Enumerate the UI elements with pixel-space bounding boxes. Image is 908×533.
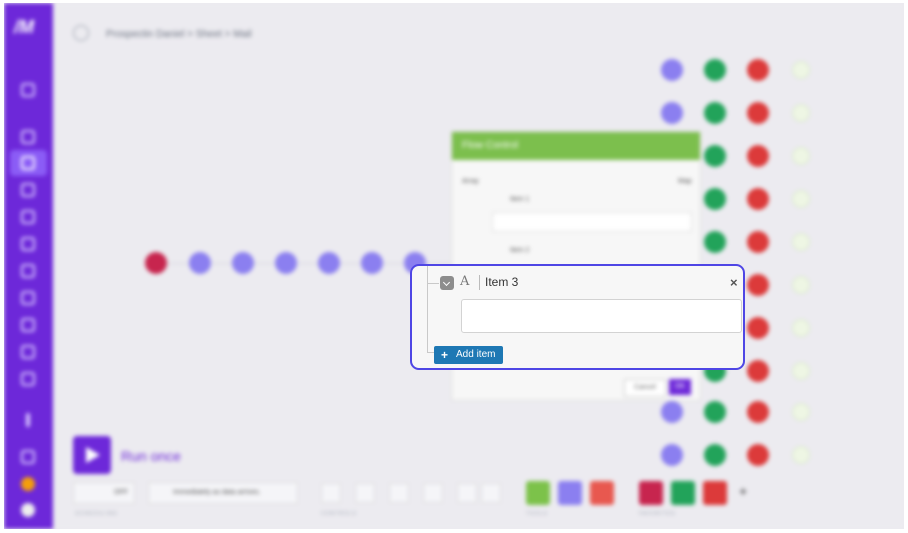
sheets-node[interactable]: [704, 102, 726, 124]
item-3-label: Item 3: [485, 275, 519, 289]
sheets-node[interactable]: [704, 231, 726, 253]
tools-json-icon[interactable]: [590, 481, 614, 505]
datastructures-icon[interactable]: [21, 345, 35, 359]
devices-icon[interactable]: [21, 291, 35, 305]
end-node[interactable]: [792, 446, 810, 464]
docs-icon[interactable]: [21, 372, 35, 386]
more-icon[interactable]: [26, 413, 30, 427]
connections-icon[interactable]: [21, 210, 35, 224]
tree-branch: [427, 283, 439, 284]
plus-icon: +: [441, 348, 449, 362]
favorite-app-icon[interactable]: [639, 481, 663, 505]
tree-line: [427, 266, 428, 352]
router-node[interactable]: [661, 59, 683, 81]
favorites-caption: FAVORITES: [639, 511, 676, 517]
save-icon[interactable]: [321, 483, 341, 503]
breadcrumb: Prospectin Daniel > Sheet > Mail: [106, 29, 252, 40]
array-label: Array: [462, 178, 479, 185]
gmail-node[interactable]: [747, 231, 769, 253]
item-1-input[interactable]: [492, 212, 692, 232]
gmail-node[interactable]: [747, 317, 769, 339]
sheets-node[interactable]: [704, 444, 726, 466]
keys-icon[interactable]: [21, 264, 35, 278]
end-node[interactable]: [792, 403, 810, 421]
scheduling-caption: SCHEDULING: [75, 511, 118, 517]
trigger-node[interactable]: [145, 252, 167, 274]
separator: [479, 275, 480, 290]
app-logo[interactable]: /M: [14, 17, 44, 37]
controls-caption: CONTROLS: [321, 511, 357, 517]
gmail-node[interactable]: [747, 145, 769, 167]
router-node[interactable]: [361, 252, 383, 274]
tools-router-icon[interactable]: [558, 481, 582, 505]
back-icon[interactable]: [73, 25, 89, 41]
gmail-node[interactable]: [747, 444, 769, 466]
team-icon[interactable]: [21, 130, 35, 144]
datastores-icon[interactable]: [21, 318, 35, 332]
notifications-icon[interactable]: [21, 450, 35, 464]
gmail-node[interactable]: [747, 360, 769, 382]
end-node[interactable]: [792, 233, 810, 251]
sheets-node[interactable]: [704, 188, 726, 210]
play-icon: [86, 447, 100, 463]
dialog-header: Flow Control: [452, 132, 700, 160]
router-node[interactable]: [189, 252, 211, 274]
gmail-node[interactable]: [747, 102, 769, 124]
tools-flow-icon[interactable]: [526, 481, 550, 505]
router-node[interactable]: [318, 252, 340, 274]
user-avatar[interactable]: [21, 477, 35, 491]
schedule-toggle-label: OFF: [114, 489, 128, 496]
auto-align-icon[interactable]: [423, 483, 443, 503]
item-2-label: Item 2: [510, 247, 530, 254]
schedule-text: Immediately as data arrives.: [173, 489, 261, 496]
text-type-icon: A: [460, 274, 470, 289]
router-node[interactable]: [661, 401, 683, 423]
sheets-node[interactable]: [704, 145, 726, 167]
add-favorite-icon[interactable]: +: [739, 483, 747, 499]
favorite-sheets-icon[interactable]: [671, 481, 695, 505]
explain-flow-icon[interactable]: [457, 483, 477, 503]
router-node[interactable]: [661, 102, 683, 124]
end-node[interactable]: [792, 61, 810, 79]
collapse-icon[interactable]: [440, 276, 454, 290]
webhooks-icon[interactable]: [21, 237, 35, 251]
router-node[interactable]: [275, 252, 297, 274]
item-3-panel: A Item 3 × + Add item: [410, 264, 745, 370]
map-label: Map: [678, 178, 692, 185]
end-node[interactable]: [792, 190, 810, 208]
gmail-node[interactable]: [747, 274, 769, 296]
dialog-title: Flow Control: [462, 140, 519, 151]
tools-caption: TOOLS: [526, 511, 548, 517]
close-icon[interactable]: ×: [730, 275, 738, 290]
item-1-label: Item 1: [510, 196, 530, 203]
sidebar: /M: [4, 3, 53, 529]
end-node[interactable]: [792, 147, 810, 165]
end-node[interactable]: [792, 319, 810, 337]
end-node[interactable]: [792, 276, 810, 294]
templates-icon[interactable]: [21, 183, 35, 197]
end-node[interactable]: [792, 104, 810, 122]
help-icon[interactable]: [21, 503, 35, 517]
home-icon[interactable]: [21, 83, 35, 97]
router-node[interactable]: [232, 252, 254, 274]
run-once-label: Run once: [121, 448, 181, 464]
sheets-node[interactable]: [704, 59, 726, 81]
scenarios-icon[interactable]: [21, 156, 35, 170]
end-node[interactable]: [792, 362, 810, 380]
item-3-input[interactable]: [461, 299, 742, 333]
gmail-node[interactable]: [747, 401, 769, 423]
sheets-node[interactable]: [704, 401, 726, 423]
notes-icon[interactable]: [389, 483, 409, 503]
gmail-node[interactable]: [747, 188, 769, 210]
favorite-gmail-icon[interactable]: [703, 481, 727, 505]
ok-button[interactable]: OK: [669, 379, 691, 395]
gmail-node[interactable]: [747, 59, 769, 81]
settings-icon[interactable]: [355, 483, 375, 503]
add-item-button[interactable]: + Add item: [434, 346, 504, 364]
more-controls-icon[interactable]: [481, 483, 501, 503]
cancel-button[interactable]: Cancel: [624, 379, 666, 397]
router-node[interactable]: [661, 444, 683, 466]
add-item-label: Add item: [456, 349, 496, 360]
